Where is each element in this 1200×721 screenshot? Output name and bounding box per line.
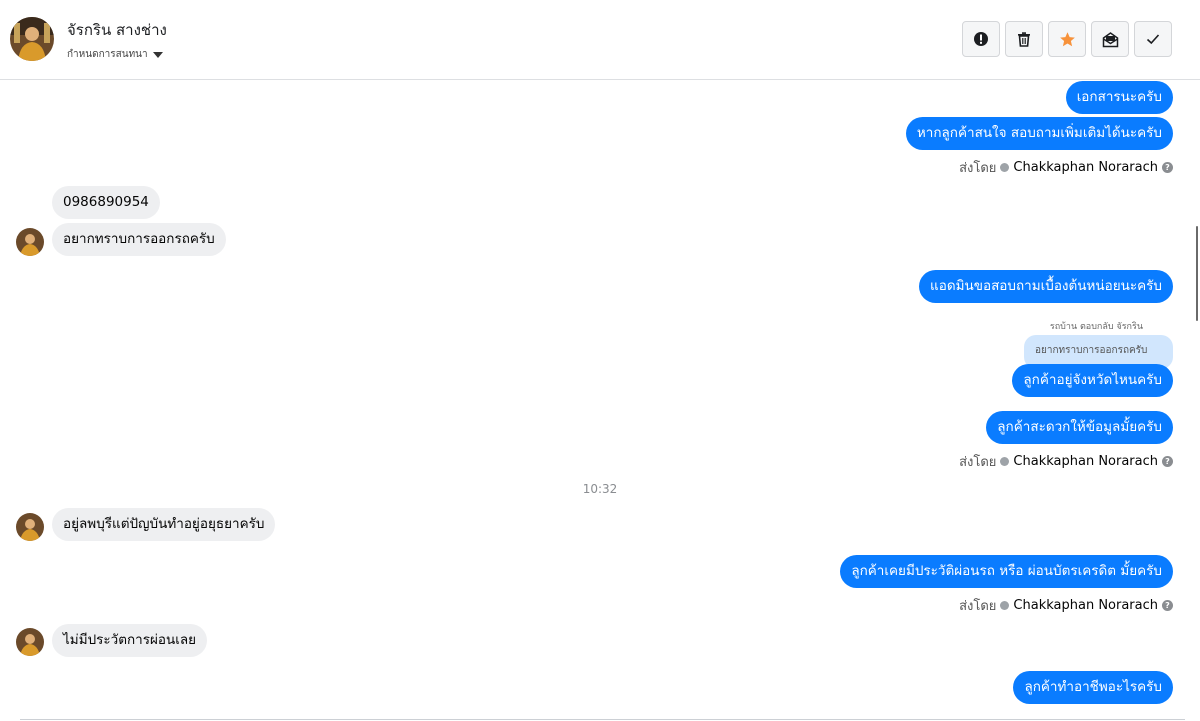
star-button[interactable] <box>1048 21 1086 57</box>
check-circle-icon <box>1000 163 1010 172</box>
agent-name: Chakkaphan Norarach <box>1013 160 1158 175</box>
outgoing-message[interactable]: ลูกค้าสะดวกให้ข้อมูลมั้ยครับ <box>986 411 1173 444</box>
outgoing-message[interactable]: ลูกค้าอยู่จังหวัดไหนครับ <box>1012 364 1173 397</box>
sent-by-info: ส่งโดย Chakkaphan Norarach ? <box>959 157 1173 178</box>
sent-by-label: ส่งโดย <box>959 161 997 176</box>
composer-divider <box>20 719 1185 720</box>
contact-avatar-small[interactable] <box>16 513 44 541</box>
help-icon[interactable]: ? <box>1162 600 1173 611</box>
help-icon[interactable]: ? <box>1162 456 1173 467</box>
conversation-settings-label: กำหนดการสนทนา <box>67 49 148 60</box>
outgoing-message[interactable]: ลูกค้าเคยมีประวัติผ่อนรถ หรือ ผ่อนบัตรเค… <box>840 555 1173 588</box>
star-icon <box>1059 31 1075 46</box>
help-icon[interactable]: ? <box>1162 162 1173 173</box>
caret-down-icon <box>152 51 163 58</box>
outgoing-message[interactable]: แอดมินขอสอบถามเบื้องต้นหน่อยนะครับ <box>919 270 1173 303</box>
mark-done-button[interactable] <box>1134 21 1172 57</box>
contact-name[interactable]: จัรกริน สางช่าง <box>67 18 167 42</box>
agent-name: Chakkaphan Norarach <box>1013 454 1158 469</box>
outgoing-message[interactable]: ลูกค้าทำอาชีพอะไรครับ <box>1013 671 1173 704</box>
sent-by-info: ส่งโดย Chakkaphan Norarach ? <box>959 595 1173 616</box>
outgoing-message[interactable]: เอกสารนะครับ <box>1065 81 1173 114</box>
envelope-icon <box>1102 31 1118 47</box>
message-thread[interactable]: เอกสารนะครับ หากลูกค้าสนใจ สอบถามเพิ่มเต… <box>0 80 1200 721</box>
incoming-message[interactable]: อยากทราบการออกรถครับ <box>52 223 226 256</box>
reply-context: รถบ้าน ตอบกลับ จัรกริน <box>1049 322 1143 332</box>
check-circle-icon <box>1000 457 1010 466</box>
conversation-header: จัรกริน สางช่าง กำหนดการสนทนา <box>0 0 1200 80</box>
report-button[interactable] <box>962 21 1000 57</box>
incoming-message[interactable]: 0986890954 <box>52 186 160 219</box>
delete-button[interactable] <box>1005 21 1043 57</box>
outgoing-message[interactable]: หากลูกค้าสนใจ สอบถามเพิ่มเติมได้นะครับ <box>905 117 1173 150</box>
sent-by-info: ส่งโดย Chakkaphan Norarach ? <box>959 451 1173 472</box>
incoming-message[interactable]: ไม่มีประวัตการผ่อนเลย <box>52 624 208 657</box>
exclamation-icon <box>974 32 988 46</box>
incoming-message[interactable]: อยู่ลพบุรีแต่ปัญบันทำอยู่อยุธยาครับ <box>52 508 276 541</box>
checkmark-icon <box>1146 34 1160 45</box>
trash-icon <box>1018 32 1030 47</box>
contact-avatar-small[interactable] <box>16 228 44 256</box>
sent-by-label: ส่งโดย <box>959 455 997 470</box>
scrollbar-thumb[interactable] <box>1196 226 1198 321</box>
sent-by-label: ส่งโดย <box>959 599 997 614</box>
agent-name: Chakkaphan Norarach <box>1013 598 1158 613</box>
mark-unread-button[interactable] <box>1091 21 1129 57</box>
contact-avatar[interactable] <box>10 17 54 61</box>
contact-avatar-small[interactable] <box>16 628 44 656</box>
conversation-settings-dropdown[interactable]: กำหนดการสนทนา <box>67 47 163 62</box>
timestamp: 10:32 <box>582 482 618 496</box>
check-circle-icon <box>1000 601 1010 610</box>
